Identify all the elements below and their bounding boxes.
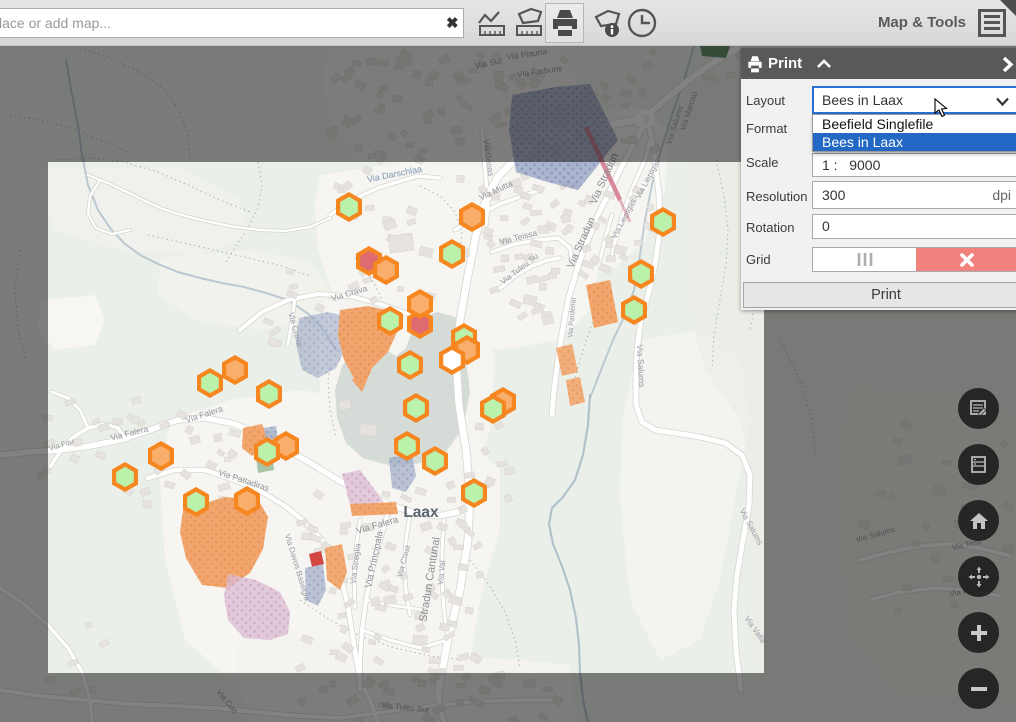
svg-text:Laax: Laax bbox=[403, 504, 439, 521]
